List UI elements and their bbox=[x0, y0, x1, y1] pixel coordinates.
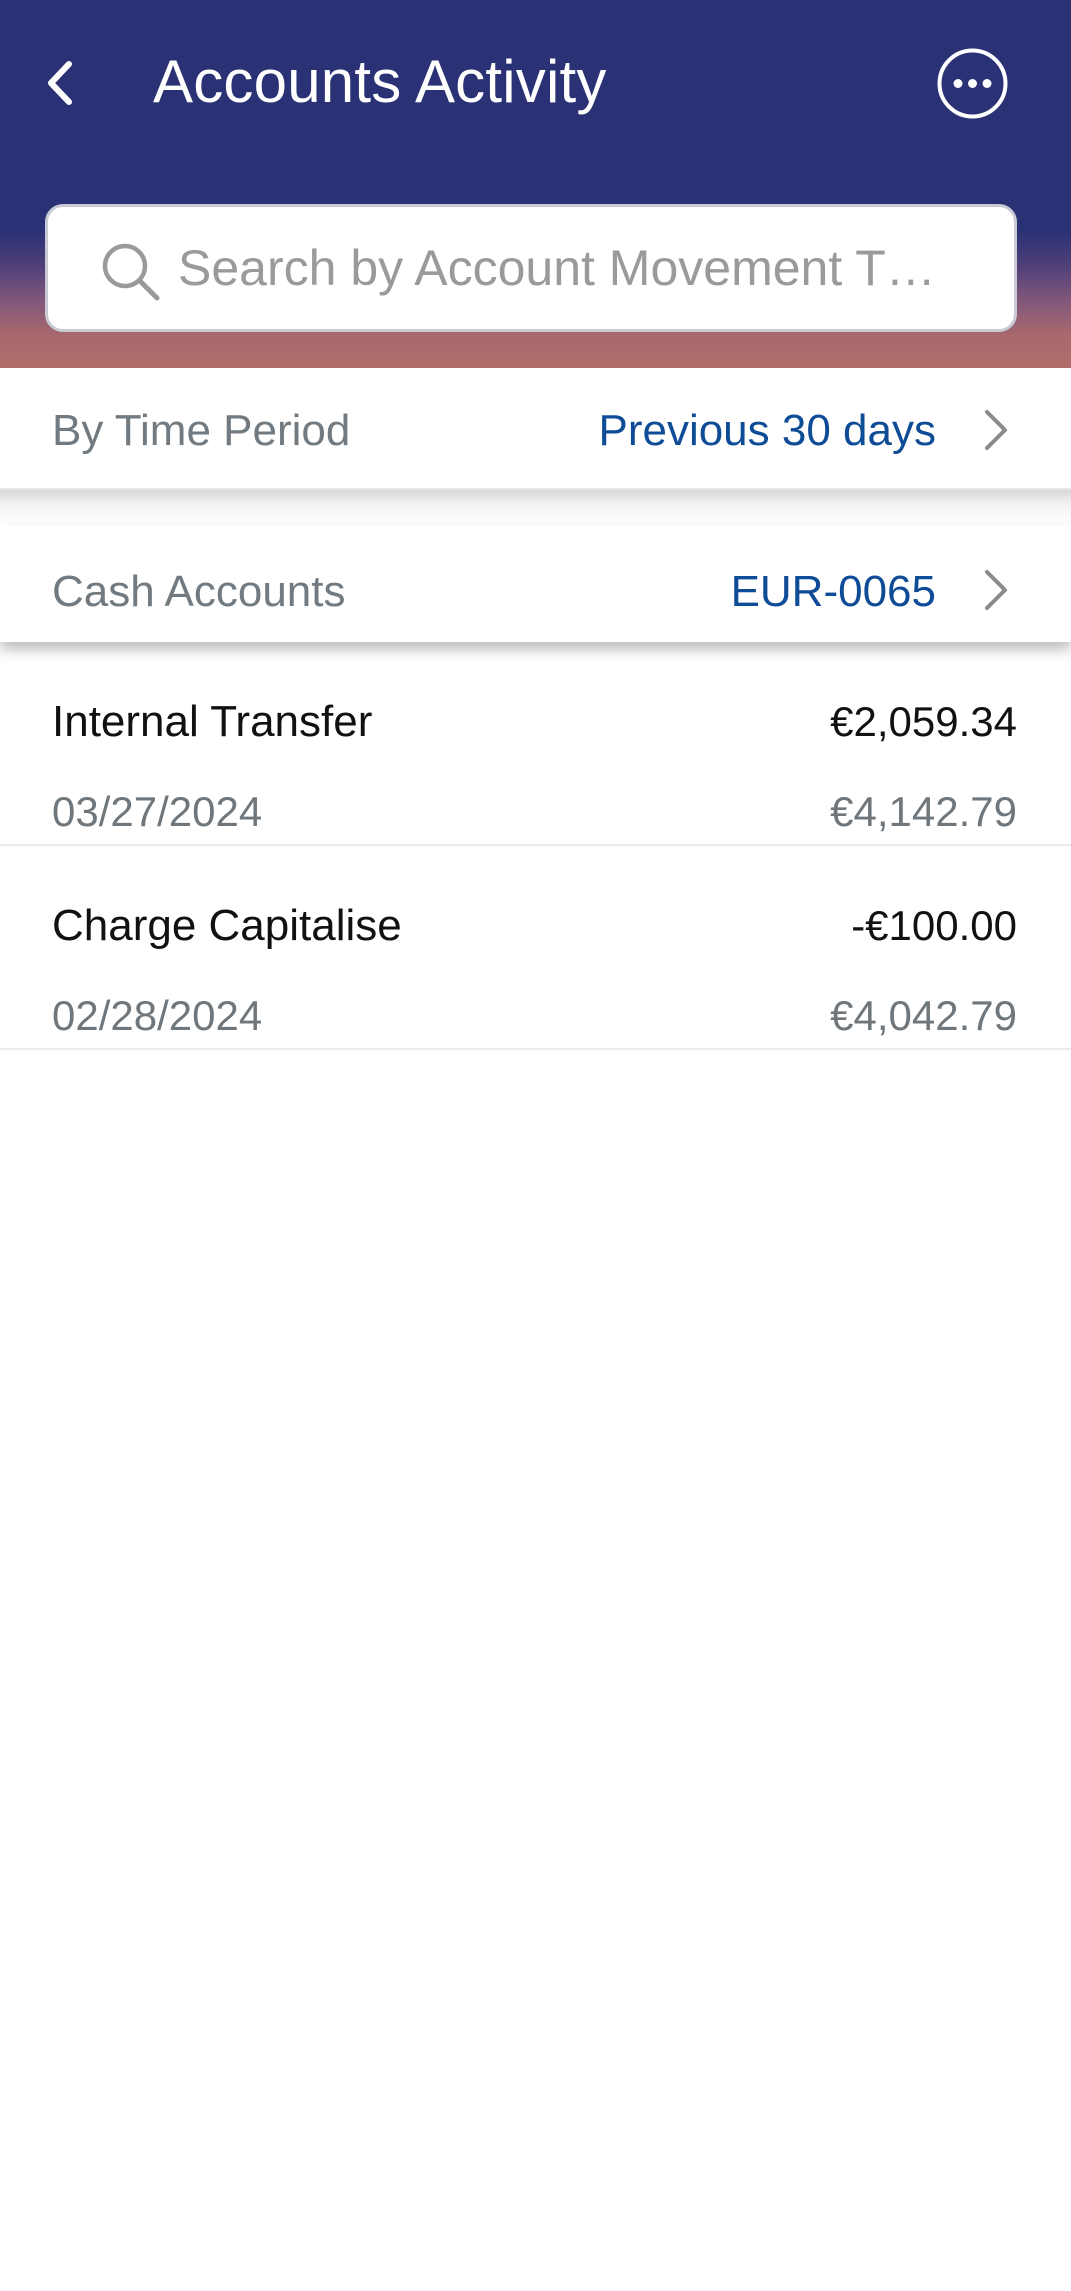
transaction-balance: €4,042.79 bbox=[830, 992, 1017, 1039]
transaction-date: 03/27/2024 bbox=[52, 788, 263, 835]
transaction-date: 02/28/2024 bbox=[52, 992, 263, 1039]
header-bar: Accounts Activity bbox=[0, 0, 1071, 368]
time-period-label: By Time Period bbox=[52, 406, 351, 455]
chevron-right-icon bbox=[985, 410, 1007, 450]
transaction-row[interactable]: Charge Capitalise -€100.00 02/28/2024 €4… bbox=[0, 846, 1071, 1050]
chevron-left-icon bbox=[48, 61, 72, 105]
transaction-amount: €2,059.34 bbox=[830, 698, 1017, 745]
cash-accounts-label: Cash Accounts bbox=[52, 567, 346, 616]
transaction-name: Charge Capitalise bbox=[52, 901, 402, 950]
transaction-row[interactable]: Internal Transfer €2,059.34 03/27/2024 €… bbox=[0, 642, 1071, 846]
search-icon bbox=[102, 243, 160, 301]
cash-accounts-filter[interactable]: Cash Accounts EUR-0065 bbox=[0, 526, 1071, 642]
search-box[interactable] bbox=[45, 204, 1017, 332]
chevron-right-icon bbox=[985, 570, 1007, 610]
transaction-amount: -€100.00 bbox=[851, 902, 1017, 949]
transaction-list: Internal Transfer €2,059.34 03/27/2024 €… bbox=[0, 642, 1071, 1050]
transaction-balance: €4,142.79 bbox=[830, 788, 1017, 835]
more-options-icon bbox=[937, 48, 1008, 119]
time-period-value: Previous 30 days bbox=[598, 406, 936, 455]
section-divider bbox=[0, 490, 1071, 526]
search-input[interactable] bbox=[178, 225, 978, 311]
more-options-button[interactable] bbox=[936, 47, 1009, 120]
back-button[interactable] bbox=[30, 50, 90, 116]
cash-accounts-value: EUR-0065 bbox=[730, 567, 936, 616]
page-title: Accounts Activity bbox=[153, 48, 607, 115]
time-period-filter[interactable]: By Time Period Previous 30 days bbox=[0, 368, 1071, 490]
accounts-activity-screen: Accounts Activity By Time Period Previou… bbox=[0, 0, 1071, 2291]
transaction-name: Internal Transfer bbox=[52, 697, 373, 746]
